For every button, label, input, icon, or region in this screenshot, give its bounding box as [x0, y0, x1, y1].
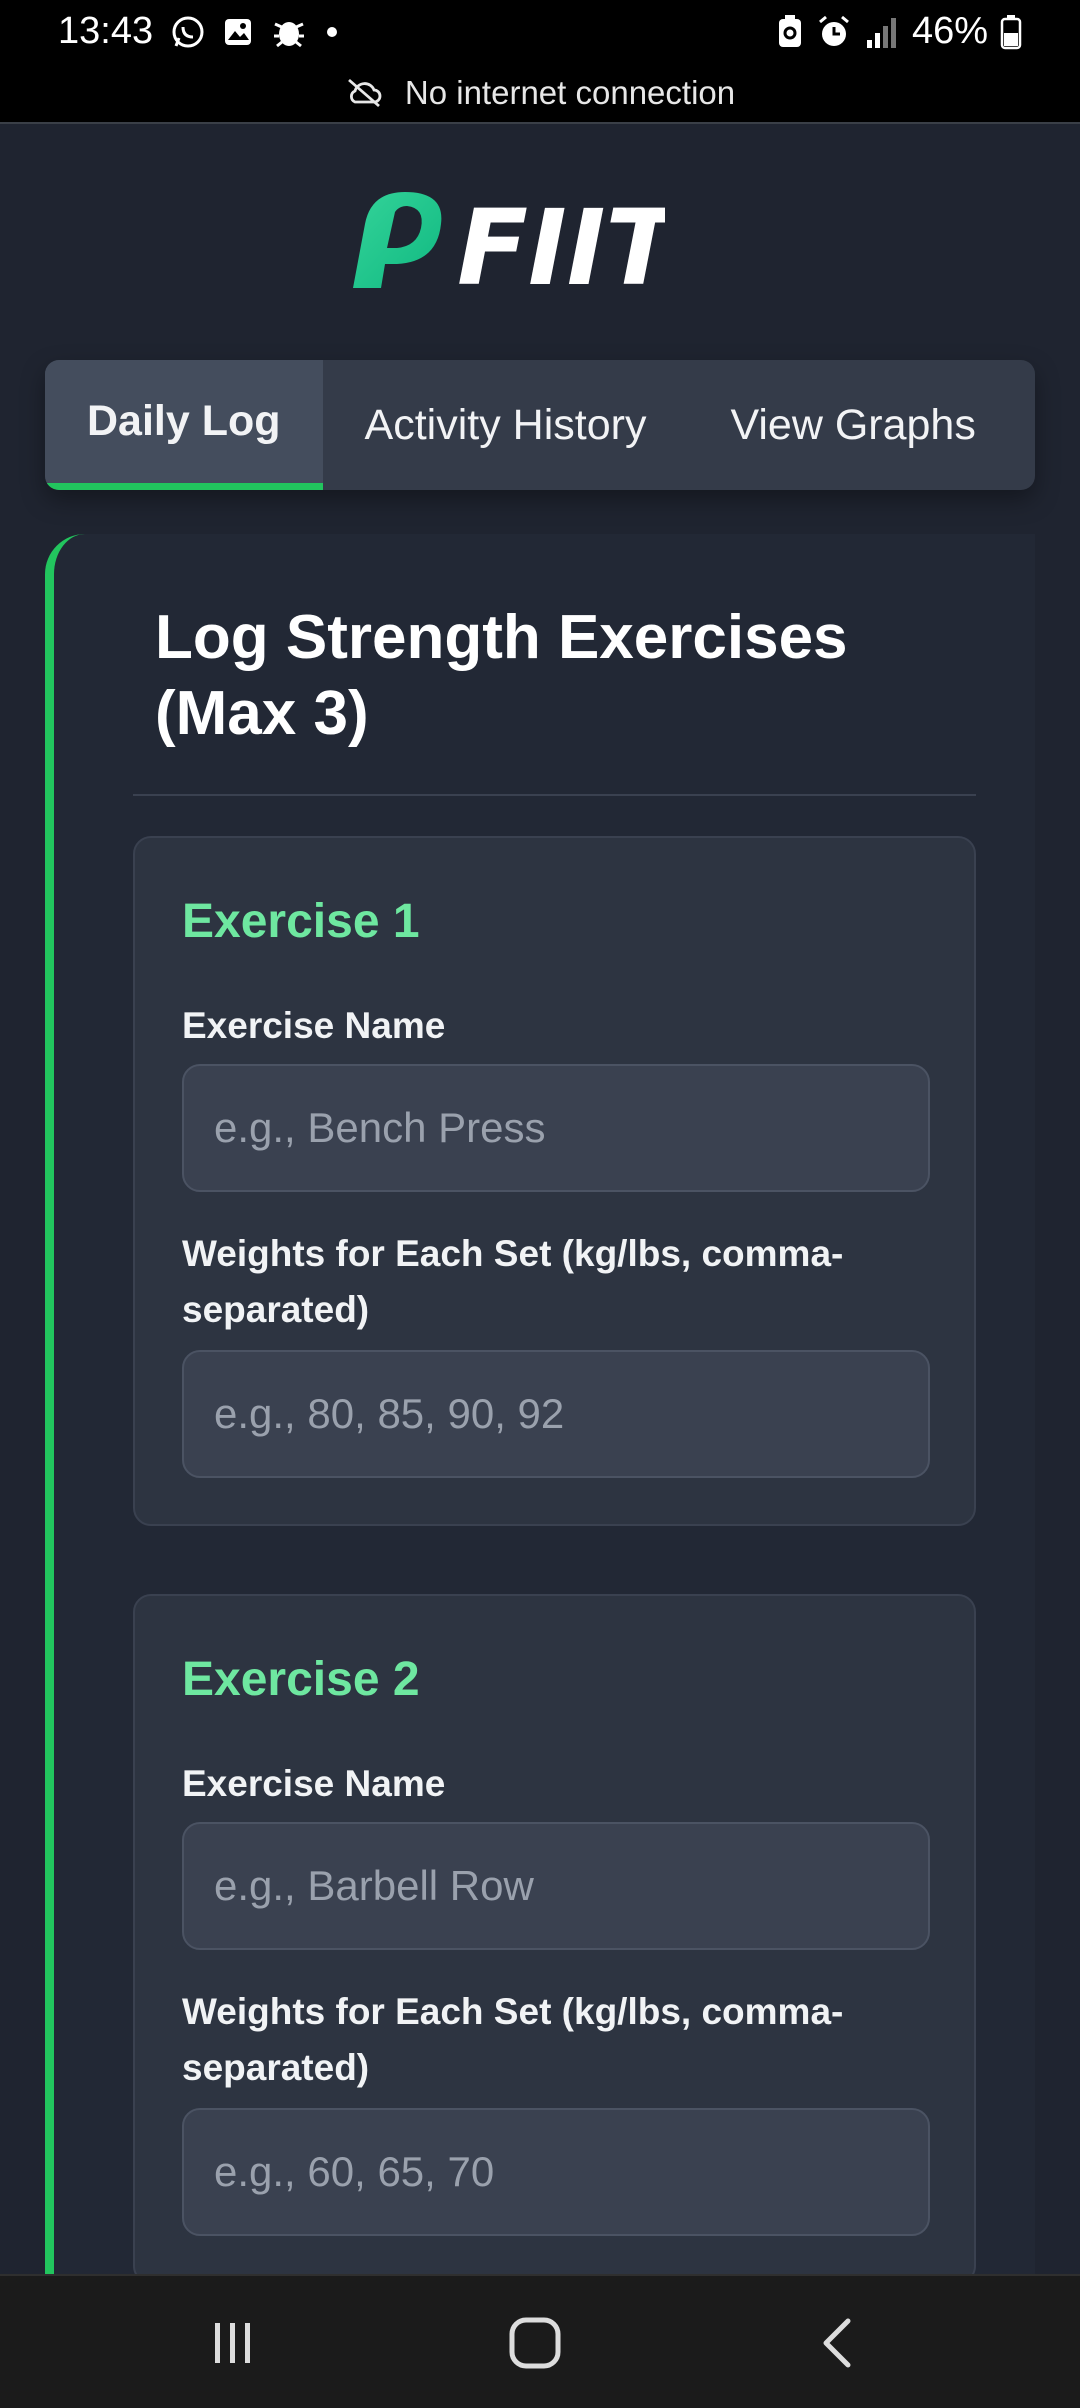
status-right: 46% — [776, 10, 1022, 53]
recents-icon — [215, 2323, 250, 2363]
svg-text:FIIT: FIIT — [457, 187, 665, 294]
section-title: Log Strength Exercises (Max 3) — [155, 603, 848, 748]
status-left-icons — [170, 14, 340, 50]
exercise-name-label: Exercise Name — [182, 1763, 446, 1804]
alarm-icon — [818, 15, 849, 46]
gallery-icon — [225, 19, 251, 45]
fiit-logo: FIIT — [345, 184, 683, 309]
exercise-title: Exercise 1 — [182, 895, 420, 948]
weights-label: Weights for Each Set (kg/lbs, comma-sepa… — [182, 1991, 844, 2088]
offline-message: No internet connection — [404, 74, 736, 111]
back-icon — [823, 2318, 851, 2368]
status-bar: 13:43 46% — [0, 0, 1080, 64]
divider — [133, 794, 976, 796]
status-time: 13:43 — [58, 10, 154, 52]
back-button[interactable] — [794, 2306, 884, 2380]
exercise-title: Exercise 2 — [182, 1653, 420, 1706]
exercise-name-input[interactable] — [182, 1822, 930, 1950]
exercise-name-input[interactable] — [182, 1064, 930, 1192]
tab-activity-history[interactable]: Activity History — [323, 360, 689, 490]
offline-banner: No internet connection — [0, 64, 1080, 124]
weights-label: Weights for Each Set (kg/lbs, comma-sepa… — [182, 1233, 844, 1330]
weights-input[interactable] — [182, 1350, 930, 1478]
exercise-panel-1: Exercise 1 Exercise Name Weights for Eac… — [133, 836, 976, 1526]
strength-log-card: Log Strength Exercises (Max 3) Exercise … — [45, 534, 1035, 2274]
dot-icon — [327, 27, 337, 37]
tab-view-graphs[interactable]: View Graphs — [688, 360, 1017, 490]
home-icon — [509, 2317, 561, 2369]
bug-icon — [274, 22, 304, 48]
tab-bar: Daily Log Activity History View Graphs — [45, 360, 1035, 490]
battery-level: 46% — [911, 10, 988, 52]
home-button[interactable] — [490, 2306, 580, 2380]
system-nav-bar — [0, 2274, 1080, 2408]
whatsapp-icon — [172, 16, 204, 48]
recents-button[interactable] — [188, 2306, 278, 2380]
cloud-off-icon — [347, 78, 382, 108]
exercise-panel-2: Exercise 2 Exercise Name Weights for Eac… — [133, 1594, 976, 2274]
signal-icon — [866, 17, 896, 48]
battery-saver-icon — [778, 14, 801, 47]
battery-icon — [1000, 14, 1022, 49]
weights-input[interactable] — [182, 2108, 930, 2236]
tab-daily-log[interactable]: Daily Log — [45, 360, 323, 490]
app-content: FIIT Daily Log Activity History View Gra… — [0, 124, 1080, 2274]
exercise-name-label: Exercise Name — [182, 1005, 446, 1046]
